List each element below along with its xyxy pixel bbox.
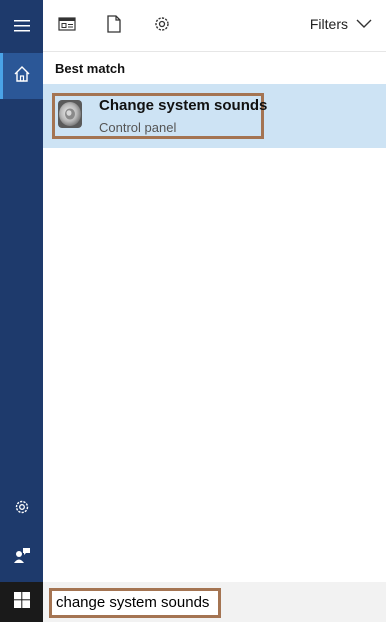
feedback-button[interactable]	[0, 534, 43, 580]
apps-icon	[58, 16, 76, 37]
settings-button[interactable]	[0, 486, 43, 532]
search-bar	[43, 582, 386, 622]
search-results-panel: Filters Best match Change system sounds …	[43, 0, 386, 582]
apps-filter-button[interactable]	[55, 14, 79, 38]
start-search-window: Filters Best match Change system sounds …	[0, 0, 386, 622]
document-icon	[107, 14, 121, 38]
result-subtitle: Control panel	[99, 120, 177, 135]
hamburger-menu-button[interactable]	[0, 5, 43, 51]
settings-filter-button[interactable]	[150, 14, 174, 38]
search-input[interactable]	[56, 594, 216, 611]
speaker-icon	[56, 97, 86, 131]
chevron-down-icon	[356, 16, 372, 32]
best-match-heading: Best match	[55, 61, 126, 76]
gear-icon	[13, 498, 31, 521]
filters-label: Filters	[309, 16, 348, 32]
search-box-highlight	[49, 588, 221, 618]
home-icon	[13, 65, 31, 88]
left-rail	[0, 0, 43, 582]
filters-dropdown[interactable]: Filters	[310, 16, 372, 32]
feedback-person-icon	[13, 546, 31, 569]
result-title: Change system sounds	[99, 97, 268, 114]
hamburger-menu-icon	[13, 19, 30, 38]
windows-logo-icon	[13, 591, 30, 613]
documents-filter-button[interactable]	[102, 14, 126, 38]
settings-icon	[153, 15, 171, 38]
start-button[interactable]	[0, 582, 43, 622]
filter-toolbar: Filters	[43, 0, 386, 52]
home-button[interactable]	[0, 53, 43, 99]
